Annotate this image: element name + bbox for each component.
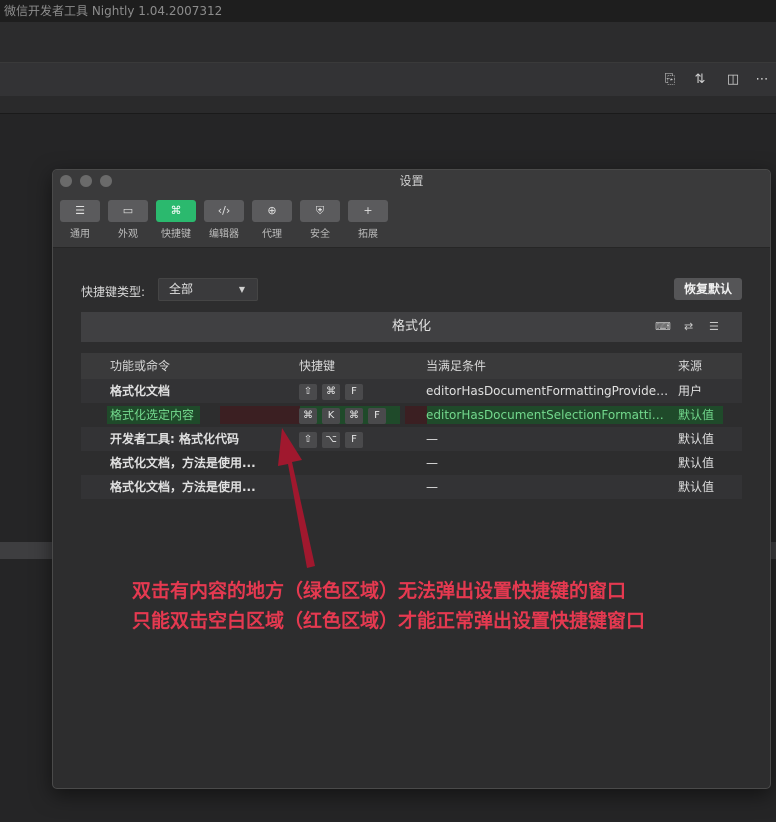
when-cell: editorHasDocumentFormattingProvide… (426, 384, 669, 398)
source-cell: 默认值 (678, 456, 715, 470)
editor-tab-area (0, 22, 776, 62)
keybinding-cell: ⌘ K ⌘ F (299, 403, 419, 427)
tab-label: 拓展 (358, 229, 378, 240)
command-cell: 格式化文档 (110, 384, 171, 398)
key-cap: ⌥ (322, 431, 340, 448)
app-title: 微信开发者工具 Nightly 1.04.2007312 (0, 0, 776, 22)
tab-label: 通用 (70, 229, 90, 240)
tab-3[interactable]: ‹/› 编辑器 (204, 200, 244, 240)
when-cell: — (426, 432, 438, 446)
key-cap: K (322, 407, 340, 424)
table-row[interactable]: 格式化选定内容 ⌘ K ⌘ FeditorHasDocumentSelectionFor… (81, 403, 742, 427)
when-cell: — (426, 456, 438, 470)
key-cap: F (345, 431, 363, 448)
header-when: 当满足条件 (426, 359, 487, 373)
key-cap: ⇧ (299, 383, 317, 400)
search-value: 格式化 (391, 319, 431, 334)
dialog-titlebar: 设置 (53, 170, 770, 192)
editor-toolbar: ⎘ ⇅ ◫ ⋯ (0, 62, 776, 96)
key-cap: F (368, 407, 386, 424)
more-icon[interactable]: ⋯ (752, 70, 772, 90)
when-cell: editorHasDocumentSelectionFormatti… (426, 408, 664, 422)
extension-icon: + (348, 200, 388, 222)
command-cell: 格式化选定内容 (110, 408, 195, 422)
security-icon: ⛨ (300, 200, 340, 222)
shortcut-type-label: 快捷键类型: (81, 285, 146, 299)
source-cell: 默认值 (678, 432, 715, 446)
source-cell: 默认值 (678, 480, 715, 494)
breadcrumb-bar (0, 96, 776, 114)
table-row[interactable]: 格式化文档，方法是使用... — 默认值 (81, 451, 742, 475)
table-row[interactable]: 开发者工具: 格式化代码 ⇧ ⌥ F — 默认值 (81, 427, 742, 451)
settings-tabbar: ☰ 通用 ▭ 外观 ⌘ 快捷键 ‹/› 编辑器 ⊕ 代理 ⛨ 安全 + 拓展 (53, 192, 770, 248)
dialog-title: 设置 (399, 174, 424, 188)
editor-icon: ‹/› (204, 200, 244, 222)
command-cell: 开发者工具: 格式化代码 (110, 432, 239, 446)
source-cell: 默认值 (678, 408, 715, 422)
command-cell: 格式化文档，方法是使用... (110, 456, 256, 470)
clear-search-icon[interactable]: ☰ (709, 312, 719, 342)
table-row[interactable]: 格式化文档，方法是使用... — 默认值 (81, 475, 742, 499)
tab-label: 安全 (310, 229, 330, 240)
tab-6[interactable]: + 拓展 (348, 200, 388, 240)
header-source: 来源 (678, 359, 703, 373)
header-keys: 快捷键 (299, 359, 336, 373)
tab-2[interactable]: ⌘ 快捷键 (156, 200, 196, 240)
shortcut-table: 功能或命令 快捷键 当满足条件 来源 格式化文档 ⇧ ⌘ FeditorHasDocu… (81, 353, 742, 499)
zoom-window-button[interactable] (100, 175, 112, 187)
close-window-button[interactable] (60, 175, 72, 187)
tab-1[interactable]: ▭ 外观 (108, 200, 148, 240)
keyboard-icon[interactable]: ⌨ (655, 312, 671, 342)
tab-label: 代理 (262, 229, 282, 240)
appearance-icon: ▭ (108, 200, 148, 222)
source-cell: 用户 (678, 384, 703, 398)
when-cell: — (426, 480, 438, 494)
command-cell: 格式化文档，方法是使用... (110, 480, 256, 494)
shortcut-type-select[interactable]: 全部 ▼ (158, 278, 258, 301)
annotation-line-2: 只能双击空白区域（红色区域）才能正常弹出设置快捷键窗口 (132, 610, 646, 632)
tab-4[interactable]: ⊕ 代理 (252, 200, 292, 240)
key-cap: F (345, 383, 363, 400)
general-icon: ☰ (60, 200, 100, 222)
key-cap: ⌘ (299, 407, 317, 424)
tab-label: 外观 (118, 229, 138, 240)
table-header: 功能或命令 快捷键 当满足条件 来源 (81, 353, 742, 379)
annotation-line-1: 双击有内容的地方（绿色区域）无法弹出设置快捷键的窗口 (132, 580, 627, 602)
keybinding-cell: ⇧ ⌘ F (299, 379, 419, 403)
tab-5[interactable]: ⛨ 安全 (300, 200, 340, 240)
new-file-icon[interactable]: ⎘ (660, 70, 680, 90)
keybinding-cell: ⇧ ⌥ F (299, 427, 419, 451)
header-command: 功能或命令 (110, 359, 171, 373)
shortcut-search-input[interactable]: 格式化 ⌨ ⇄ ☰ (81, 312, 742, 342)
shortcut-type-value: 全部 (169, 282, 194, 296)
settings-dialog: 设置 ☰ 通用 ▭ 外观 ⌘ 快捷键 ‹/› 编辑器 ⊕ 代理 ⛨ 安全 + 拓展 快捷键类型: 全部 ▼… (52, 169, 771, 789)
key-cap: ⌘ (345, 407, 363, 424)
source-control-icon[interactable]: ⇅ (690, 70, 710, 90)
chevron-down-icon: ▼ (238, 285, 245, 294)
tab-label: 快捷键 (161, 229, 191, 240)
restore-defaults-button[interactable]: 恢复默认 (674, 278, 742, 300)
split-editor-icon[interactable]: ◫ (723, 70, 743, 90)
tab-0[interactable]: ☰ 通用 (60, 200, 100, 240)
tab-label: 编辑器 (209, 229, 239, 240)
key-cap: ⇧ (299, 431, 317, 448)
key-cap: ⌘ (322, 383, 340, 400)
minimize-window-button[interactable] (80, 175, 92, 187)
shortcut-icon: ⌘ (156, 200, 196, 222)
sort-by-precedence-icon[interactable]: ⇄ (684, 312, 693, 342)
table-row[interactable]: 格式化文档 ⇧ ⌘ FeditorHasDocumentFormattingProvi… (81, 379, 742, 403)
proxy-icon: ⊕ (252, 200, 292, 222)
